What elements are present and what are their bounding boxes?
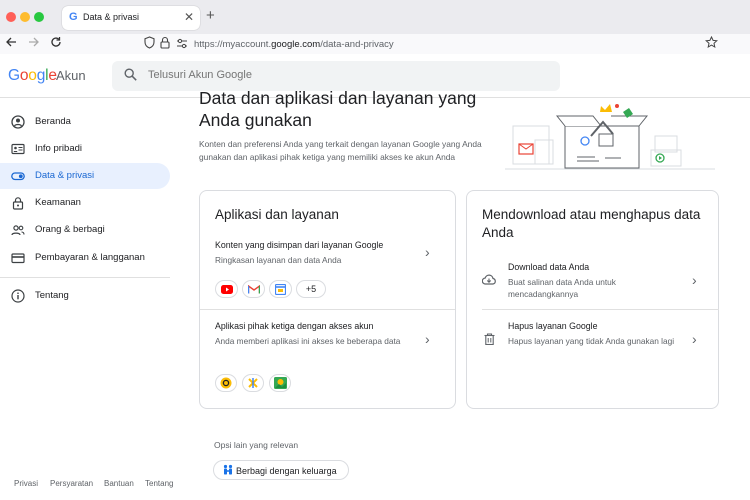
row-subtitle: Hapus layanan yang tidak Anda gunakan la… [508,336,675,346]
row-title: Konten yang disimpan dari layanan Google [215,240,384,250]
minimize-window-button[interactable] [20,12,30,22]
row-divider [200,309,455,310]
browser-tab[interactable]: G Data & privasi ✕ [62,6,200,30]
chevron-right-icon: › [425,244,430,260]
row-subtitle: Buat salinan data Anda untuk mencadangka… [508,277,616,299]
close-tab-icon[interactable]: ✕ [184,10,194,24]
permissions-icon[interactable] [176,37,188,51]
zoom-window-button[interactable] [34,12,44,22]
family-icon [222,464,234,479]
forward-icon[interactable] [28,36,40,50]
chevron-right-icon: › [425,331,430,347]
download-delete-card: Mendownload atau menghapus data Anda Dow… [466,190,719,409]
sidebar-item-label: Tentang [35,290,69,301]
family-sharing-button[interactable]: Berbagi dengan keluarga [213,460,349,480]
related-options-label: Opsi lain yang relevan [214,440,299,450]
id-card-icon [11,142,25,156]
home-icon [11,115,25,129]
cloud-download-icon [481,274,496,288]
footer-link-persyaratan[interactable]: Persyaratan [50,479,93,488]
sidebar-item-label: Pembayaran & langganan [35,252,145,263]
people-icon [11,223,25,237]
chevron-right-icon: › [692,331,697,347]
third-party-app-2-icon [242,374,264,392]
tab-title: Data & privasi [83,12,140,22]
footer-link-bantuan[interactable]: Bantuan [104,479,134,488]
bookmark-star-icon[interactable] [705,35,718,51]
apps-services-card: Aplikasi dan layanan Konten yang disimpa… [199,190,456,409]
sidebar-item-tentang[interactable]: Tentang [0,283,170,309]
page-description: Konten dan preferensi Anda yang terkait … [199,139,482,162]
data-box-illustration [505,104,715,170]
footer-link-tentang[interactable]: Tentang [145,479,173,488]
gmail-icon [242,280,265,298]
sidebar-item-label: Orang & berbagi [35,224,105,235]
sidebar-item-keamanan[interactable]: Keamanan [0,190,170,216]
search-icon[interactable] [124,68,137,84]
row-subtitle: Ringkasan layanan dan data Anda [215,255,342,265]
browser-nav-bar: https://myaccount.google.com/data-and-pr… [0,34,750,54]
sidebar-item-label: Keamanan [35,197,81,208]
more-services-chip[interactable]: +5 [296,280,326,298]
lock-icon [11,196,25,210]
sidebar-item-label: Info pribadi [35,143,83,154]
product-name: Akun [56,68,86,83]
search-input[interactable] [148,69,528,81]
close-window-button[interactable] [6,12,16,22]
info-icon [11,289,25,303]
third-party-app-3-icon [269,374,291,392]
shield-icon[interactable] [144,36,155,51]
browser-tab-bar: G Data & privasi ✕ + [0,0,750,34]
trash-icon [484,333,495,348]
sidebar-item-label: Beranda [35,116,71,127]
url-text[interactable]: https://myaccount.google.com/data-and-pr… [194,39,394,50]
sidebar-item-info-pribadi[interactable]: Info pribadi [0,136,170,162]
lock-icon[interactable] [160,36,170,51]
third-party-app-1-icon [215,374,237,392]
chevron-right-icon: › [692,272,697,288]
calendar-icon [269,280,292,298]
card-title: Aplikasi dan layanan [215,207,339,222]
row-title: Hapus layanan Google [508,321,598,331]
card-title: Mendownload atau menghapus data Anda [482,207,701,240]
sidebar-item-orang-berbagi[interactable]: Orang & berbagi [0,217,170,243]
sidebar-divider [0,277,170,278]
toggle-icon [11,169,25,183]
sidebar-item-pembayaran[interactable]: Pembayaran & langganan [0,245,170,271]
new-tab-icon[interactable]: + [206,8,215,23]
page-title: Data dan aplikasi dan layanan yang Anda … [199,88,477,130]
sidebar-item-beranda[interactable]: Beranda [0,109,170,135]
youtube-icon [215,280,238,298]
google-logo[interactable]: Google [8,67,57,85]
address-bar[interactable]: https://myaccount.google.com/data-and-pr… [138,35,724,54]
reload-icon[interactable] [50,36,62,50]
sidebar-item-data-privasi[interactable]: Data & privasi [0,163,170,189]
card-icon [11,251,25,265]
family-sharing-label: Berbagi dengan keluarga [236,466,337,476]
row-subtitle: Anda memberi aplikasi ini akses ke beber… [215,336,401,346]
row-title: Aplikasi pihak ketiga dengan akses akun [215,321,374,331]
sidebar-item-label: Data & privasi [35,170,95,181]
footer-link-privasi[interactable]: Privasi [14,479,38,488]
row-divider [482,309,719,310]
google-favicon-icon: G [69,11,78,23]
row-title: Download data Anda [508,262,590,272]
back-icon[interactable] [5,36,17,50]
